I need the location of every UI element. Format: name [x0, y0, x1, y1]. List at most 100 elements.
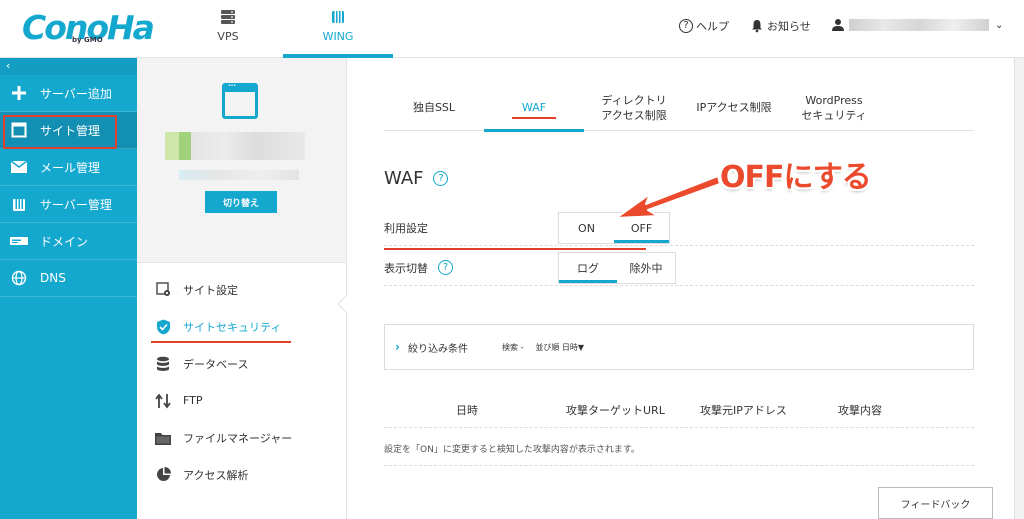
tab-wordpress-security[interactable]: WordPress セキュリティ [784, 84, 884, 131]
header-tab-label: WING [322, 30, 354, 43]
display-toggle: ログ 除外中 [558, 252, 676, 284]
selected-indicator [614, 240, 669, 243]
red-arrow-annotation [615, 175, 721, 219]
help-icon[interactable]: ? [433, 171, 449, 186]
column-header-attack-content: 攻撃内容 [838, 404, 882, 417]
site-icon [10, 121, 28, 139]
switch-site-button[interactable]: 切り替え [205, 191, 277, 213]
menu-item-label: ファイルマネージャー [183, 431, 293, 445]
usage-on-option[interactable]: ON [559, 213, 614, 243]
conoha-logo[interactable]: ConoHa by GMO [22, 10, 155, 50]
site-name-blurred [165, 132, 305, 160]
sidebar-item-label: メール管理 [40, 160, 101, 175]
menu-item-access-analytics[interactable]: アクセス解析 [137, 456, 346, 493]
site-panel: 切り替え サイト設定 サイトセキュリティ データベース FTP [137, 58, 357, 519]
tab-label: ディレクトリ アクセス制限 [601, 93, 667, 122]
menu-item-label: FTP [183, 394, 203, 407]
tab-label: 独自SSL [412, 101, 456, 114]
settings-icon [155, 282, 171, 298]
header-tab-label: VPS [217, 30, 239, 43]
red-underline-annotation [384, 248, 646, 250]
red-underline-annotation [151, 341, 291, 343]
sidebar-collapse-button[interactable]: ‹ [0, 58, 137, 75]
usage-setting-label: 利用設定 [384, 221, 428, 235]
display-log-option[interactable]: ログ [559, 253, 617, 283]
left-sidebar: ‹ サーバー追加 サイト管理 メール管理 サーバー管理 ドメイン DNS [0, 58, 137, 519]
feedback-button[interactable]: フィードバック [878, 487, 993, 519]
filter-search: 検索 - [501, 342, 524, 352]
user-name-blurred [849, 19, 989, 31]
sidebar-item-domain[interactable]: ドメイン [0, 223, 137, 260]
menu-item-label: アクセス解析 [183, 468, 249, 482]
filter-panel[interactable]: › 絞り込み条件 検索 - 並び順 日時▼ [384, 324, 974, 370]
tab-waf[interactable]: WAF [484, 84, 584, 132]
sidebar-item-site-manage[interactable]: サイト管理 [0, 112, 137, 149]
sidebar-item-dns[interactable]: DNS [0, 260, 137, 297]
sidebar-item-label: DNS [40, 271, 66, 285]
header-tab-wing[interactable]: WING [283, 0, 393, 58]
tab-label: IPアクセス制限 [696, 101, 772, 114]
annotation-text: OFFにする [720, 160, 872, 195]
transfer-icon [155, 393, 171, 409]
sidebar-item-label: サーバー追加 [40, 86, 112, 101]
plus-icon [10, 84, 28, 102]
sidebar-item-label: ドメイン [40, 234, 89, 249]
red-underline-annotation [512, 117, 556, 119]
chevron-down-icon: ⌄ [995, 19, 1004, 31]
scrollbar[interactable] [1014, 58, 1024, 519]
menu-item-ftp[interactable]: FTP [137, 382, 346, 419]
column-header-target-url: 攻撃ターゲットURL [566, 404, 665, 417]
domain-icon [10, 232, 28, 250]
site-url-blurred [179, 170, 299, 180]
chevron-right-icon: › [395, 340, 400, 354]
page-title: WAF [384, 168, 424, 189]
empty-message: 設定を「ON」に変更すると検知した攻撃内容が表示されます。 [384, 442, 974, 466]
folder-icon [155, 430, 171, 446]
section-header: WAF ? [384, 168, 449, 189]
menu-item-label: サイトセキュリティ [183, 320, 282, 334]
bell-icon [752, 20, 762, 33]
tab-ssl[interactable]: 独自SSL [384, 84, 484, 131]
sidebar-item-server-manage[interactable]: サーバー管理 [0, 186, 137, 223]
tab-directory-access[interactable]: ディレクトリ アクセス制限 [584, 84, 684, 131]
logo-sub-text: by GMO [72, 36, 103, 44]
notice-label: お知らせ [767, 20, 811, 33]
top-header: ConoHa by GMO VPS WING ? ヘルプ お知らせ ⌄ [0, 0, 1024, 58]
selected-indicator [559, 280, 617, 283]
option-label: ON [578, 221, 595, 235]
help-label: ヘルプ [696, 20, 729, 33]
help-icon[interactable]: ? [438, 260, 453, 275]
option-label: 除外中 [629, 262, 663, 275]
display-switch-label-group: 表示切替 ? [384, 260, 522, 276]
tab-ip-access[interactable]: IPアクセス制限 [684, 84, 784, 131]
column-header-datetime: 日時 [456, 404, 478, 417]
server-manage-icon [10, 195, 28, 213]
menu-item-file-manager[interactable]: ファイルマネージャー [137, 419, 346, 456]
active-tab-indicator [484, 129, 584, 132]
question-icon: ? [679, 19, 693, 33]
menu-item-database[interactable]: データベース [137, 345, 346, 382]
database-icon [155, 356, 171, 372]
site-menu: サイト設定 サイトセキュリティ データベース FTP ファイルマネージャー アク… [137, 263, 346, 493]
notice-link[interactable]: お知らせ [750, 18, 811, 34]
header-tab-vps[interactable]: VPS [173, 0, 283, 58]
filter-title: 絞り込み条件 [407, 343, 468, 355]
menu-item-label: サイト設定 [183, 283, 238, 297]
server-icon [221, 10, 235, 24]
sidebar-item-mail-manage[interactable]: メール管理 [0, 149, 137, 186]
menu-item-site-security[interactable]: サイトセキュリティ [137, 308, 346, 345]
menu-item-label: データベース [183, 357, 249, 371]
main-content: 独自SSL WAF ディレクトリ アクセス制限 IPアクセス制限 WordPre… [348, 58, 1024, 519]
display-exclude-option[interactable]: 除外中 [617, 253, 675, 283]
globe-icon [10, 269, 28, 287]
help-link[interactable]: ? ヘルプ [679, 18, 729, 34]
user-menu[interactable]: ⌄ [831, 18, 1003, 32]
pie-chart-icon [155, 467, 171, 483]
shield-icon [155, 319, 171, 335]
browser-window-icon [222, 83, 258, 119]
sidebar-item-label: サイト管理 [40, 123, 101, 138]
security-tabs: 独自SSL WAF ディレクトリ アクセス制限 IPアクセス制限 WordPre… [384, 84, 974, 132]
tab-label: WordPress セキュリティ [801, 93, 867, 122]
menu-item-site-settings[interactable]: サイト設定 [137, 271, 346, 308]
sidebar-item-add-server[interactable]: サーバー追加 [0, 75, 137, 112]
